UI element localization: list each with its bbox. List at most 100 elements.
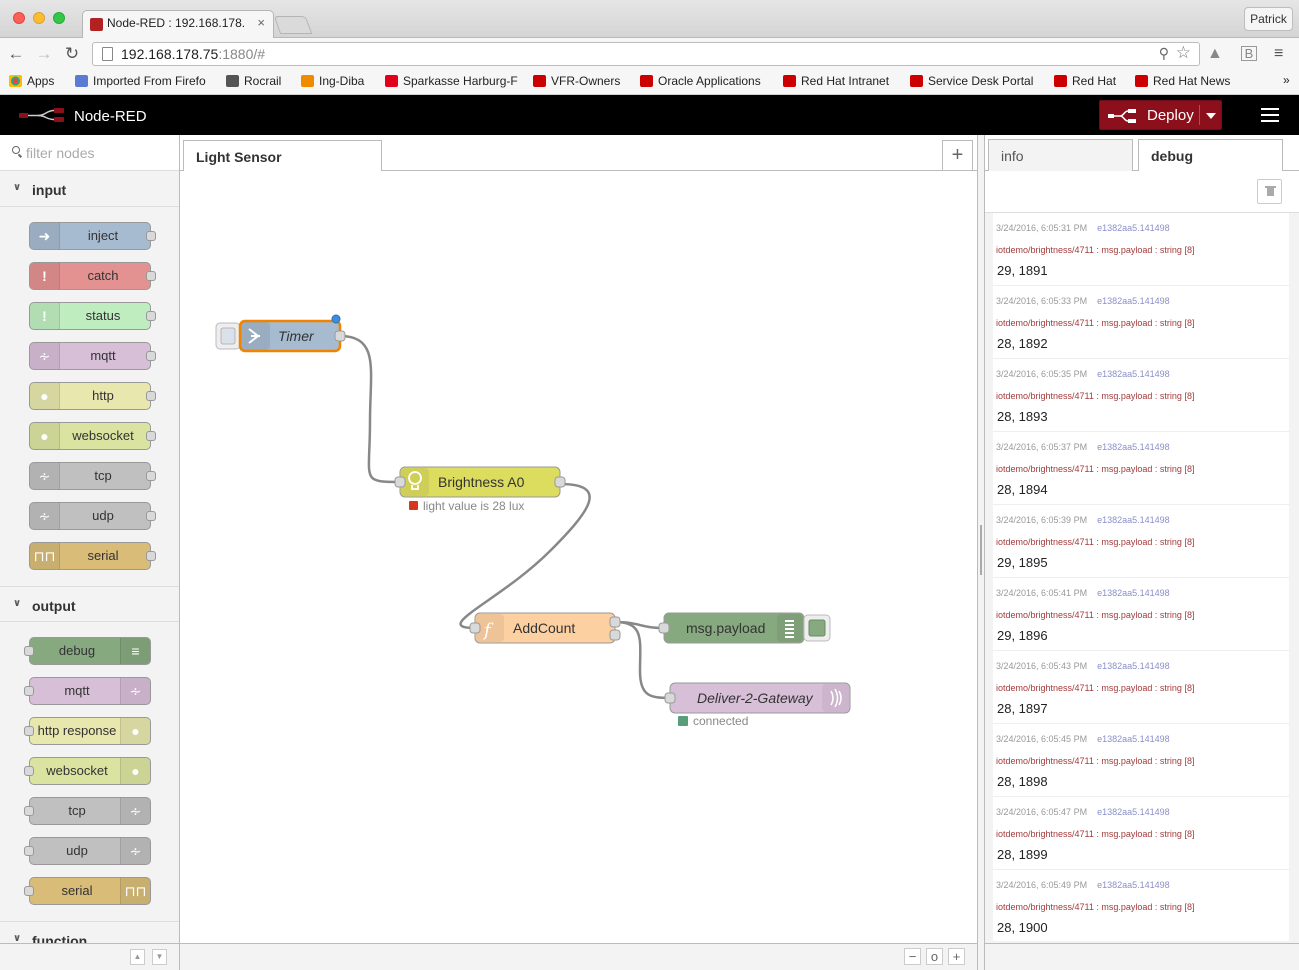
bookmark-redhat[interactable]: Red Hat xyxy=(1054,74,1116,88)
palette-node-inject[interactable]: ➜ inject xyxy=(29,222,156,250)
bookmark-apps[interactable]: Apps xyxy=(9,74,54,88)
debug-node-id[interactable]: e1382aa5.141498 xyxy=(1097,734,1170,744)
bookmark-service-desk[interactable]: Service Desk Portal xyxy=(910,74,1033,88)
window-close-button[interactable] xyxy=(13,12,25,24)
category-output-header[interactable]: ∨ output xyxy=(0,586,179,622)
palette-node-status[interactable]: ! status xyxy=(29,302,156,330)
palette-node-http-response[interactable]: ● http response xyxy=(24,717,151,745)
debug-node-id[interactable]: e1382aa5.141498 xyxy=(1097,880,1170,890)
gateway-input-port[interactable] xyxy=(664,692,676,704)
extension-b-icon[interactable]: B xyxy=(1241,46,1257,61)
window-maximize-button[interactable] xyxy=(53,12,65,24)
main-menu-icon[interactable] xyxy=(1261,108,1279,122)
debug-node-id[interactable]: e1382aa5.141498 xyxy=(1097,296,1170,306)
bridge-waves-icon: ∻ xyxy=(30,463,60,489)
debug-message-list[interactable]: 3/24/2016, 6:05:31 PM e1382aa5.141498 iotd… xyxy=(993,213,1289,941)
tab-info[interactable]: info xyxy=(988,139,1133,172)
palette-node-serial[interactable]: ⊓⊓ serial xyxy=(24,877,151,905)
deploy-button[interactable]: Deploy xyxy=(1099,100,1222,130)
debug-topic: iotdemo/brightness/4711 : msg.payload : … xyxy=(996,464,1195,474)
deploy-dropdown-icon[interactable] xyxy=(1206,113,1216,119)
back-icon[interactable]: ← xyxy=(6,44,26,64)
debug-node-id[interactable]: e1382aa5.141498 xyxy=(1097,661,1170,671)
zoom-in-button[interactable]: + xyxy=(948,948,965,965)
tab-debug[interactable]: debug xyxy=(1138,139,1283,172)
flow-node-gateway[interactable]: Deliver-2-Gateway connected xyxy=(664,682,851,728)
palette-node-udp[interactable]: ∻ udp xyxy=(29,502,156,530)
serial-pulse-icon: ⊓⊓ xyxy=(120,878,150,904)
bookmark-star-icon[interactable]: ☆ xyxy=(1176,43,1191,63)
debug-timestamp: 3/24/2016, 6:05:31 PM xyxy=(996,223,1088,233)
debug-node-id[interactable]: e1382aa5.141498 xyxy=(1097,807,1170,817)
wire-timer-brightness[interactable] xyxy=(339,334,401,484)
bookmark-redhat-news[interactable]: Red Hat News xyxy=(1135,74,1230,88)
browser-tab[interactable]: Node-RED : 192.168.178. × xyxy=(82,10,274,38)
debug-node-id[interactable]: e1382aa5.141498 xyxy=(1097,223,1170,233)
palette-node-catch[interactable]: ! catch xyxy=(29,262,156,290)
debug-topic: iotdemo/brightness/4711 : msg.payload : … xyxy=(996,245,1195,255)
bookmark-redhat-intranet[interactable]: Red Hat Intranet xyxy=(783,74,889,88)
msgpayload-input-port[interactable] xyxy=(658,622,670,634)
timer-output-port[interactable] xyxy=(334,330,346,342)
flow-node-addcount[interactable]: f AddCount xyxy=(469,612,621,644)
collapse-all-icon[interactable]: ▲ xyxy=(130,949,145,965)
tab-light-sensor[interactable]: Light Sensor xyxy=(183,140,382,172)
output-port xyxy=(146,231,156,241)
flow-node-msg-payload[interactable]: msg.payload xyxy=(658,612,831,644)
bookmark-oracle[interactable]: Oracle Applications xyxy=(640,74,761,88)
palette-node-debug[interactable]: ≡ debug xyxy=(24,637,151,665)
flow-canvas[interactable]: Timer Brightness A0 light value is 28 lu… xyxy=(180,171,977,943)
bookmark-ing-diba[interactable]: Ing-Diba xyxy=(301,74,364,88)
brightness-output-port[interactable] xyxy=(554,476,566,488)
bookmark-vfr-owners[interactable]: VFR-Owners xyxy=(533,74,620,88)
category-input-header[interactable]: ∨ input xyxy=(0,171,179,207)
window-minimize-button[interactable] xyxy=(33,12,45,24)
palette-node-mqtt[interactable]: ∻ mqtt xyxy=(24,677,151,705)
palette-node-mqtt[interactable]: ∻ mqtt xyxy=(29,342,156,370)
redhat-icon xyxy=(783,75,796,87)
debug-node-id[interactable]: e1382aa5.141498 xyxy=(1097,515,1170,525)
debug-timestamp: 3/24/2016, 6:05:35 PM xyxy=(996,369,1088,379)
forward-icon[interactable]: → xyxy=(34,44,54,64)
browser-menu-icon[interactable]: ≡ xyxy=(1274,45,1283,63)
palette-node-tcp[interactable]: ∻ tcp xyxy=(24,797,151,825)
debug-message-meta: 3/24/2016, 6:05:37 PM e1382aa5.141498 xyxy=(996,442,1170,452)
bookmark-rocrail[interactable]: Rocrail xyxy=(226,74,281,88)
flow-node-timer[interactable]: Timer xyxy=(215,314,346,353)
palette-node-websocket[interactable]: ● websocket xyxy=(29,422,156,450)
bridge-waves-icon: ∻ xyxy=(120,838,150,864)
debug-node-id[interactable]: e1382aa5.141498 xyxy=(1097,369,1170,379)
addcount-output-port-1[interactable] xyxy=(609,616,621,628)
bookmark-sparkasse[interactable]: Sparkasse Harburg-F xyxy=(385,74,518,88)
reload-icon[interactable]: ↻ xyxy=(62,44,82,64)
drive-extension-icon[interactable]: ▲ xyxy=(1207,45,1223,63)
zoom-reset-button[interactable]: o xyxy=(926,948,943,965)
palette-node-udp[interactable]: ∻ udp xyxy=(24,837,151,865)
app-header: Node-RED Deploy xyxy=(0,95,1299,135)
debug-timestamp: 3/24/2016, 6:05:33 PM xyxy=(996,296,1088,306)
flow-node-brightness[interactable]: Brightness A0 light value is 28 lux xyxy=(394,466,566,513)
palette-node-serial[interactable]: ⊓⊓ serial xyxy=(29,542,156,570)
palette-node-tcp[interactable]: ∻ tcp xyxy=(29,462,156,490)
palette-filter-input[interactable]: filter nodes xyxy=(0,135,179,171)
bookmarks-more-icon[interactable]: » xyxy=(1283,73,1290,87)
timer-label: Timer xyxy=(278,328,315,344)
new-tab-button[interactable] xyxy=(273,16,313,34)
bookmark-imported[interactable]: Imported From Firefo xyxy=(75,74,206,88)
addcount-output-port-2[interactable] xyxy=(609,629,621,641)
debug-node-id[interactable]: e1382aa5.141498 xyxy=(1097,588,1170,598)
debug-node-id[interactable]: e1382aa5.141498 xyxy=(1097,442,1170,452)
sidebar-separator[interactable] xyxy=(977,135,985,970)
trash-icon[interactable] xyxy=(1257,179,1282,204)
addcount-input-port[interactable] xyxy=(469,622,481,634)
palette-node-http[interactable]: ● http xyxy=(29,382,156,410)
key-icon[interactable]: ⚲ xyxy=(1159,45,1169,62)
profile-button[interactable]: Patrick xyxy=(1244,7,1293,31)
palette-node-websocket[interactable]: ● websocket xyxy=(24,757,151,785)
add-flow-button[interactable]: + xyxy=(942,140,973,170)
address-bar[interactable]: 192.168.178.75:1880/# ⚲ ☆ xyxy=(92,42,1200,66)
brightness-input-port[interactable] xyxy=(394,476,406,488)
close-tab-icon[interactable]: × xyxy=(257,15,265,30)
expand-all-icon[interactable]: ▼ xyxy=(152,949,167,965)
zoom-out-button[interactable]: − xyxy=(904,948,921,965)
